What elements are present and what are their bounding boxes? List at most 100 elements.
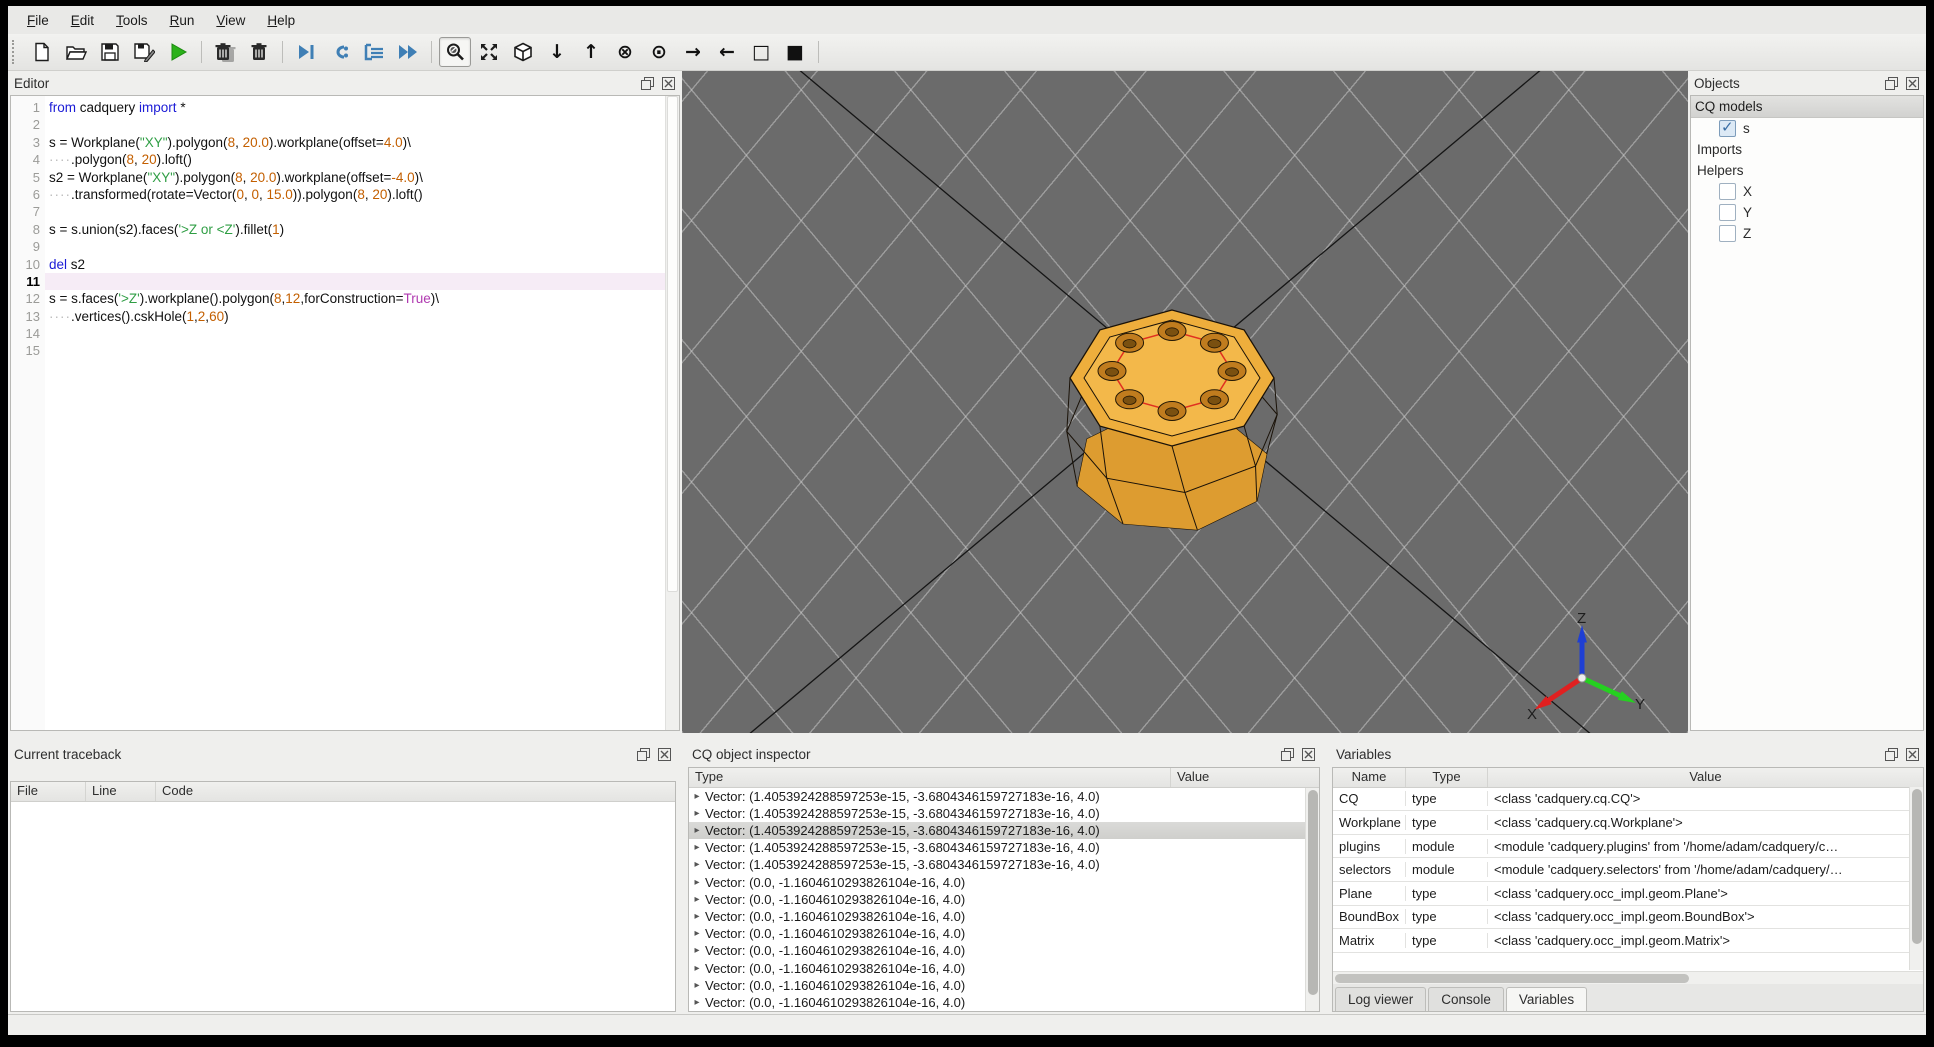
run-icon[interactable]: [162, 37, 194, 67]
tab-log-viewer[interactable]: Log viewer: [1335, 987, 1426, 1011]
checkbox-x[interactable]: [1719, 183, 1736, 200]
variable-row[interactable]: CQtype<class 'cadquery.cq.CQ'>: [1333, 788, 1923, 812]
code-editor[interactable]: 123456789101112131415 from cadquery impo…: [10, 95, 680, 731]
back-view-icon[interactable]: ⊙: [643, 37, 675, 67]
save-icon[interactable]: [94, 37, 126, 67]
tab-console[interactable]: Console: [1428, 987, 1504, 1011]
code-line-8[interactable]: s = s.union(s2).faces('>Z or <Z').fillet…: [45, 221, 665, 238]
new-file-icon[interactable]: [26, 37, 58, 67]
inspector-row[interactable]: ▸Vector: (0.0, -1.1604610293826104e-16, …: [689, 891, 1319, 908]
expand-arrow-icon[interactable]: ▸: [689, 877, 705, 888]
front-view-icon[interactable]: ⊗: [609, 37, 641, 67]
expand-arrow-icon[interactable]: ▸: [689, 791, 705, 802]
close-panel-icon[interactable]: [1905, 747, 1920, 762]
tree-item-z[interactable]: Z: [1691, 223, 1923, 244]
float-panel-icon[interactable]: [1884, 76, 1899, 91]
inspector-col-type[interactable]: Type: [689, 768, 1171, 787]
tree-item-y[interactable]: Y: [1691, 202, 1923, 223]
code-line-12[interactable]: s = s.faces('>Z').workplane().polygon(8,…: [45, 290, 665, 307]
float-panel-icon[interactable]: [640, 76, 655, 91]
code-line-11[interactable]: [45, 273, 665, 290]
expand-arrow-icon[interactable]: ▸: [689, 928, 705, 939]
expand-arrow-icon[interactable]: ▸: [689, 894, 705, 905]
expand-arrow-icon[interactable]: ▸: [689, 945, 705, 956]
expand-arrow-icon[interactable]: ▸: [689, 842, 705, 853]
inspector-col-value[interactable]: Value: [1171, 768, 1319, 787]
code-line-5[interactable]: s2 = Workplane("XY").polygon(8, 20.0).wo…: [45, 169, 665, 186]
menu-file[interactable]: File: [16, 9, 60, 32]
inspector-row[interactable]: ▸Vector: (0.0, -1.1604610293826104e-16, …: [689, 908, 1319, 925]
code-line-15[interactable]: [45, 342, 665, 359]
expand-arrow-icon[interactable]: ▸: [689, 911, 705, 922]
open-file-icon[interactable]: [60, 37, 92, 67]
code-line-13[interactable]: ····.vertices().cskHole(1,2,60): [45, 308, 665, 325]
expand-arrow-icon[interactable]: ▸: [689, 808, 705, 819]
inspector-row[interactable]: ▸Vector: (0.0, -1.1604610293826104e-16, …: [689, 994, 1319, 1011]
bottom-view-icon[interactable]: ↑: [575, 37, 607, 67]
float-panel-icon[interactable]: [1280, 747, 1295, 762]
wireframe-icon[interactable]: □: [745, 37, 777, 67]
trash-icon[interactable]: [243, 37, 275, 67]
menu-edit[interactable]: Edit: [60, 9, 105, 32]
close-panel-icon[interactable]: [657, 747, 672, 762]
inspector-row[interactable]: ▸Vector: (0.0, -1.1604610293826104e-16, …: [689, 942, 1319, 959]
variable-row[interactable]: Workplanetype<class 'cadquery.cq.Workpla…: [1333, 811, 1923, 835]
expand-arrow-icon[interactable]: ▸: [689, 963, 705, 974]
code-line-4[interactable]: ····.polygon(8, 20).loft(): [45, 151, 665, 168]
tree-item-helpers[interactable]: Helpers: [1691, 160, 1923, 181]
code-line-14[interactable]: [45, 325, 665, 342]
variable-row[interactable]: BoundBoxtype<class 'cadquery.occ_impl.ge…: [1333, 906, 1923, 930]
close-panel-icon[interactable]: [1301, 747, 1316, 762]
inspector-row[interactable]: ▸Vector: (0.0, -1.1604610293826104e-16, …: [689, 874, 1319, 891]
traceback-col-code[interactable]: Code: [156, 782, 675, 801]
toolbar-drag-handle[interactable]: [12, 40, 20, 64]
right-view-icon[interactable]: ←: [711, 37, 743, 67]
step-in-icon[interactable]: [358, 37, 390, 67]
shaded-icon[interactable]: ■: [779, 37, 811, 67]
variables-hscrollbar[interactable]: [1333, 971, 1923, 984]
variable-row[interactable]: Planetype<class 'cadquery.occ_impl.geom.…: [1333, 882, 1923, 906]
expand-arrow-icon[interactable]: ▸: [689, 859, 705, 870]
expand-arrow-icon[interactable]: ▸: [689, 825, 705, 836]
float-panel-icon[interactable]: [1884, 747, 1899, 762]
left-view-icon[interactable]: →: [677, 37, 709, 67]
expand-arrow-icon[interactable]: ▸: [689, 980, 705, 991]
debug-icon[interactable]: [290, 37, 322, 67]
top-view-icon[interactable]: ↓: [541, 37, 573, 67]
cq-models-group-header[interactable]: CQ models: [1691, 96, 1923, 118]
variable-row[interactable]: selectorsmodule<module 'cadquery.selecto…: [1333, 858, 1923, 882]
continue-icon[interactable]: [392, 37, 424, 67]
tree-item-s[interactable]: s: [1691, 118, 1923, 139]
traceback-col-file[interactable]: File: [11, 782, 86, 801]
code-line-10[interactable]: del s2: [45, 256, 665, 273]
step-icon[interactable]: [324, 37, 356, 67]
menu-help[interactable]: Help: [256, 9, 306, 32]
variable-row[interactable]: Matrixtype<class 'cadquery.occ_impl.geom…: [1333, 929, 1923, 953]
close-panel-icon[interactable]: [661, 76, 676, 91]
editor-scrollbar[interactable]: [665, 96, 679, 730]
inspector-row[interactable]: ▸Vector: (1.4053924288597253e-15, -3.680…: [689, 839, 1319, 856]
inspector-row[interactable]: ▸Vector: (0.0, -1.1604610293826104e-16, …: [689, 925, 1319, 942]
clear-ghost-trash-icon[interactable]: [209, 37, 241, 67]
tree-item-imports[interactable]: Imports: [1691, 139, 1923, 160]
checkbox-z[interactable]: [1719, 225, 1736, 242]
code-line-7[interactable]: [45, 203, 665, 220]
variables-col-type[interactable]: Type: [1406, 768, 1488, 787]
3d-viewport[interactable]: ZXY: [682, 71, 1688, 733]
close-panel-icon[interactable]: [1905, 76, 1920, 91]
code-line-9[interactable]: [45, 238, 665, 255]
inspector-row[interactable]: ▸Vector: (1.4053924288597253e-15, -3.680…: [689, 856, 1319, 873]
traceback-col-line[interactable]: Line: [86, 782, 156, 801]
variables-scrollbar[interactable]: [1909, 787, 1923, 970]
menu-view[interactable]: View: [205, 9, 256, 32]
code-area[interactable]: from cadquery import * s = Workplane("XY"…: [45, 96, 665, 730]
code-line-2[interactable]: [45, 116, 665, 133]
float-panel-icon[interactable]: [636, 747, 651, 762]
code-line-3[interactable]: s = Workplane("XY").polygon(8, 20.0).wor…: [45, 134, 665, 151]
iso-view-icon[interactable]: [507, 37, 539, 67]
variables-col-value[interactable]: Value: [1488, 768, 1923, 787]
inspector-row[interactable]: ▸Vector: (1.4053924288597253e-15, -3.680…: [689, 805, 1319, 822]
code-line-1[interactable]: from cadquery import *: [45, 99, 665, 116]
inspect-icon[interactable]: [439, 37, 471, 67]
inspector-scrollbar[interactable]: [1305, 788, 1319, 1011]
